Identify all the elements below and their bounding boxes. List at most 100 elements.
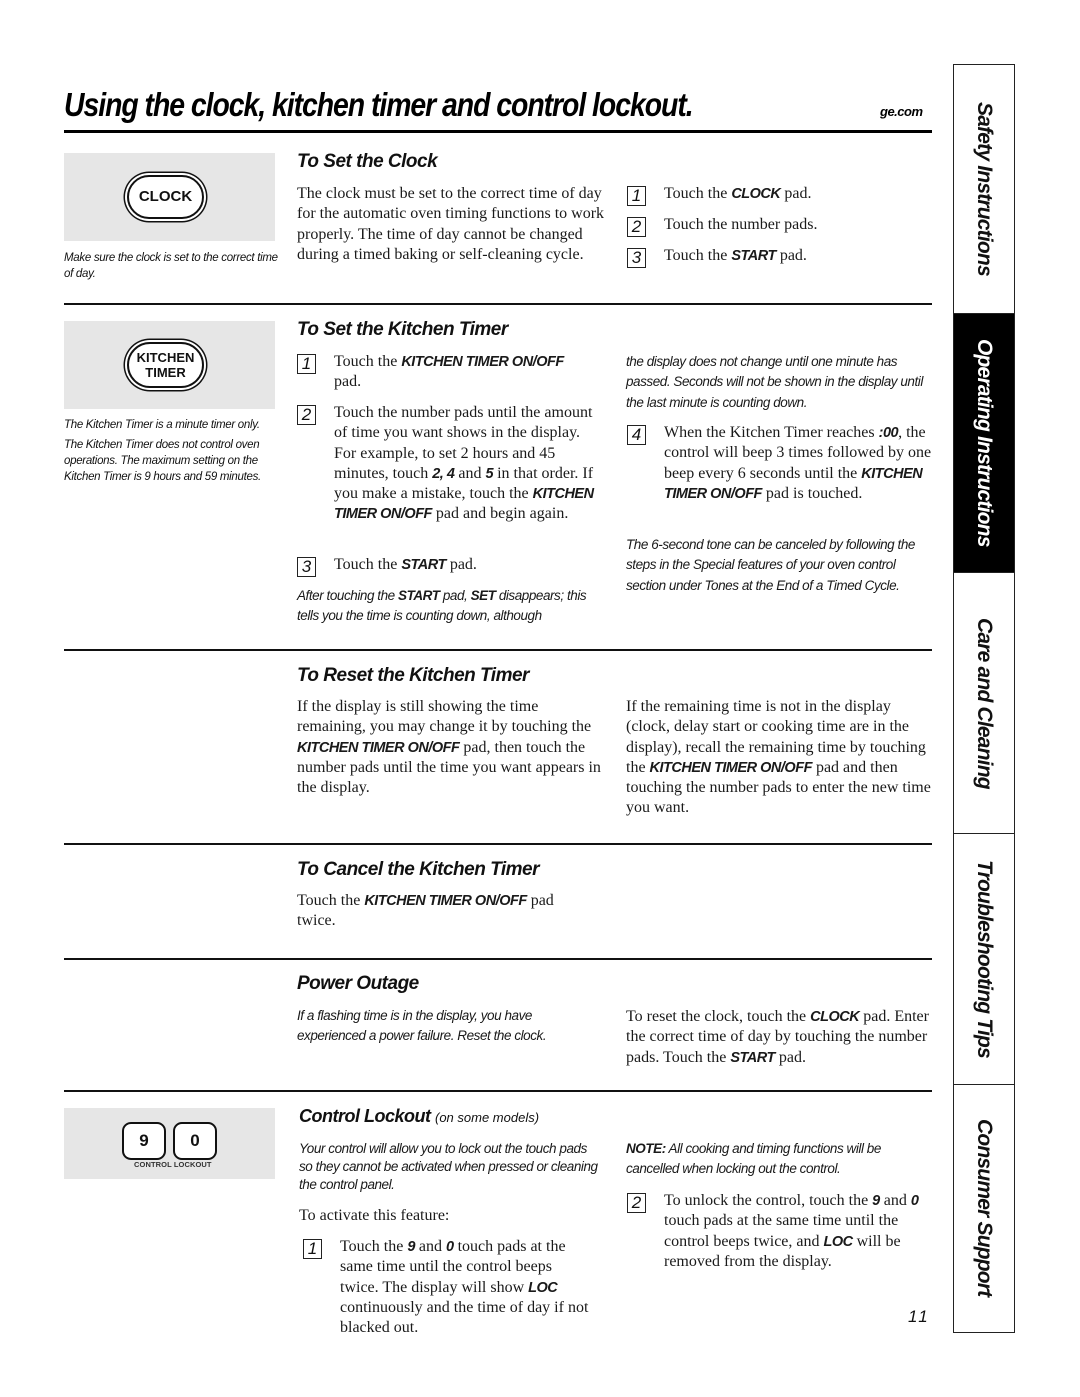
step-number: 1 [297, 354, 316, 374]
pad-label: TIMER [145, 365, 186, 380]
set-timer-step-1: 1 Touch the KITCHEN TIMER ON/OFF pad. [297, 352, 597, 393]
step-text: and [454, 464, 486, 482]
step-text: pad. [775, 247, 807, 264]
tab-operating-instructions[interactable]: Operating Instructions [954, 314, 1014, 573]
set-timer-heading: To Set the Kitchen Timer [297, 319, 508, 340]
keyword: 2, 4 [432, 465, 455, 482]
tab-safety-instructions[interactable]: Safety Instructions [954, 65, 1014, 314]
note-text: pad, [439, 588, 471, 603]
power-outage-heading: Power Outage [297, 973, 419, 994]
step-text: continuously and the time of day if not … [340, 1298, 589, 1337]
step-text: Touch the number pads. [664, 216, 818, 233]
page-number: 11 [908, 1307, 930, 1326]
step-number: 1 [627, 186, 646, 206]
keyword: KITCHEN TIMER ON/OFF [401, 354, 564, 370]
power-outage-body: To reset the clock, touch the CLOCK pad.… [626, 1007, 936, 1068]
keyword: SET [470, 588, 496, 603]
tab-troubleshooting-tips[interactable]: Troubleshooting Tips [954, 834, 1014, 1085]
heading-suffix: (on some models) [435, 1110, 540, 1125]
set-clock-body: The clock must be set to the correct tim… [297, 185, 605, 263]
body-text: Touch the [297, 892, 365, 909]
step-text: To unlock the control, touch the [664, 1192, 873, 1209]
note-label: NOTE: [626, 1141, 666, 1156]
keyword: KITCHEN TIMER ON/OFF [297, 739, 460, 756]
step-text: When the Kitchen Timer reaches [664, 424, 879, 441]
step-text: Touch the [340, 1238, 408, 1255]
control-lockout-heading: Control Lockout (on some models) [299, 1106, 539, 1127]
keyword: START [398, 588, 440, 603]
step-text: Touch the [664, 247, 732, 264]
lockout-step-2: 2 To unlock the control, touch the 9 and… [627, 1191, 932, 1272]
set-clock-step-1: 1 Touch the CLOCK pad. [627, 184, 927, 206]
control-lockout-intro: Your control will allow you to lock out … [299, 1141, 598, 1192]
step-number: 3 [297, 557, 316, 577]
cancel-timer-heading: To Cancel the Kitchen Timer [297, 859, 540, 880]
step-text: Touch the [334, 556, 402, 573]
body-text: pad. [774, 1048, 806, 1066]
set-timer-step-3: 3 Touch the START pad. [297, 555, 597, 577]
set-timer-note-b: the display does not change until one mi… [626, 354, 923, 410]
set-clock-step-2: 2 Touch the number pads. [627, 215, 927, 237]
set-timer-step-2: 2 Touch the number pads until the amount… [297, 403, 607, 525]
keyword: START [401, 557, 446, 573]
step-text: pad. [445, 556, 477, 573]
clock-pad-illustration: CLOCK [64, 153, 275, 241]
section-tabs: Safety Instructions Operating Instructio… [953, 64, 1015, 1333]
keyword: 9 [407, 1239, 415, 1255]
kitchen-timer-pad: KITCHEN TIMER [127, 342, 204, 388]
clock-pad: CLOCK [127, 175, 204, 219]
step-text: pad is touched. [761, 484, 863, 502]
site-link[interactable]: ge.com [880, 104, 923, 119]
step-number: 4 [627, 425, 646, 445]
keyword: 0 [446, 1239, 454, 1255]
keyword: 0 [910, 1193, 919, 1209]
lockout-note: NOTE: All cooking and timing functions w… [626, 1139, 926, 1180]
set-timer-step-4: 4 When the Kitchen Timer reaches :00, th… [627, 423, 932, 504]
step-number: 3 [627, 248, 646, 268]
title-divider [64, 130, 932, 133]
step-number: 2 [627, 217, 646, 237]
reset-timer-heading: To Reset the Kitchen Timer [297, 665, 529, 686]
caption-line: The Kitchen Timer is a minute timer only… [64, 419, 260, 431]
body-text: If the display is still showing the time… [297, 698, 592, 736]
section-divider [64, 649, 932, 651]
keyword: 9 [872, 1193, 880, 1209]
caption-line: The Kitchen Timer does not control oven … [64, 439, 261, 483]
tab-label: Care and Cleaning [973, 617, 996, 789]
pad-0: 0 [173, 1122, 217, 1160]
set-clock-step-3: 3 Touch the START pad. [627, 246, 927, 268]
control-lockout-pad-illustration: 9 0 CONTROL LOCKOUT [64, 1108, 275, 1179]
keyword: :00 [878, 425, 899, 441]
tab-label: Safety Instructions [973, 102, 996, 276]
activate-label: To activate this feature: [299, 1207, 450, 1224]
step-text: Touch the [664, 185, 732, 202]
set-timer-note-c: The 6-second tone can be canceled by fol… [626, 537, 915, 593]
step-text: Touch the [334, 353, 402, 370]
tab-consumer-support[interactable]: Consumer Support [954, 1085, 1014, 1331]
keyword: LOC [823, 1233, 854, 1250]
keyword: KITCHEN TIMER ON/OFF [649, 759, 813, 776]
keyword: LOC [528, 1279, 558, 1296]
section-divider [64, 843, 932, 845]
tab-label: Operating Instructions [973, 339, 996, 547]
heading-text: Control Lockout [299, 1106, 431, 1126]
section-divider [64, 303, 932, 305]
pad-label: KITCHEN [136, 350, 195, 365]
kitchen-timer-caption: The Kitchen Timer is a minute timer only… [64, 417, 279, 489]
step-text: pad and begin again. [431, 505, 569, 523]
kitchen-timer-pad-illustration: KITCHEN TIMER [64, 321, 275, 409]
keyword: CLOCK [731, 186, 781, 202]
tab-label: Troubleshooting Tips [973, 860, 996, 1058]
keyword: CLOCK [810, 1009, 860, 1025]
step-text: pad. [334, 373, 362, 391]
keyword: 5 [485, 465, 494, 482]
keyword: KITCHEN TIMER ON/OFF [364, 893, 527, 909]
clock-caption: Make sure the clock is set to the correc… [64, 252, 278, 280]
page-title: Using the clock, kitchen timer and contr… [64, 86, 694, 123]
tab-care-and-cleaning[interactable]: Care and Cleaning [954, 573, 1014, 834]
lockout-step-1: 1 Touch the 9 and 0 touch pads at the sa… [303, 1237, 603, 1338]
set-timer-note-a: After touching the START pad, SET disapp… [297, 586, 607, 627]
keyword: START [731, 248, 776, 264]
section-divider [64, 958, 932, 960]
cancel-timer-body: Touch the KITCHEN TIMER ON/OFF pad twice… [297, 891, 557, 932]
